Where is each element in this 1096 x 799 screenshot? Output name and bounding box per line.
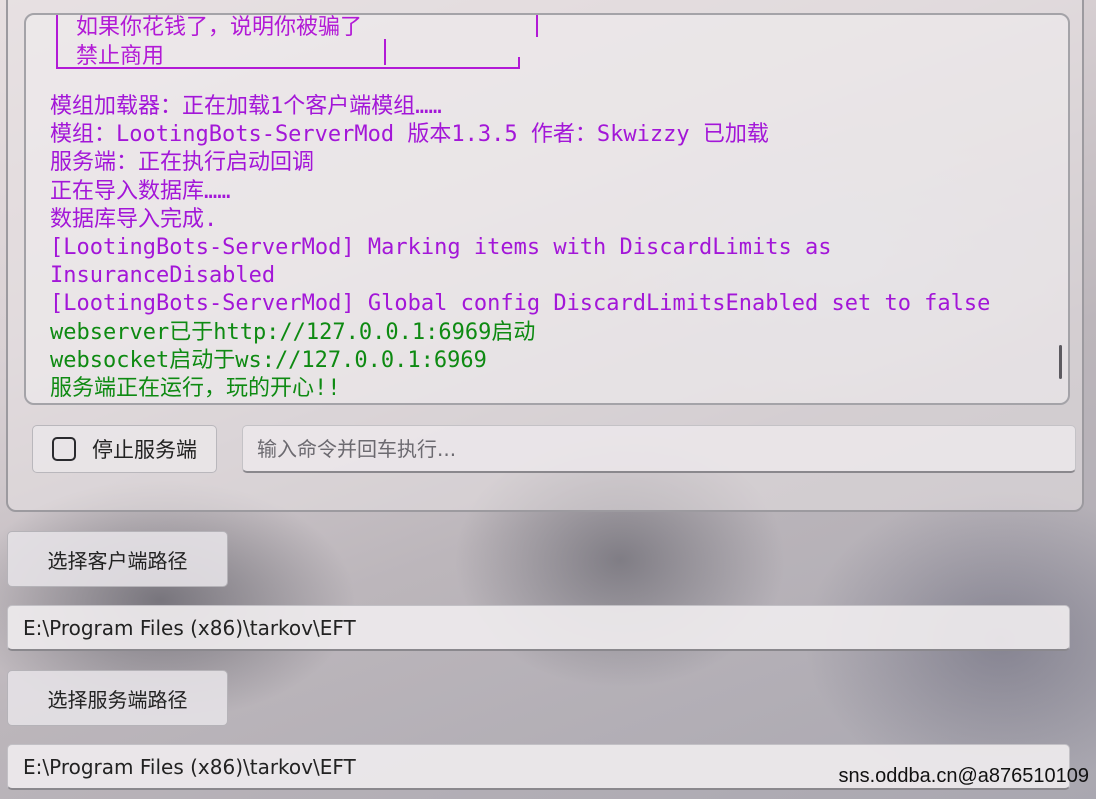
stop-server-checkbox[interactable] (52, 437, 76, 461)
console-log: 模组加载器：正在加载1个客户端模组…… 模组：LootingBots-Server… (50, 93, 990, 403)
log-line: [LootingBots-ServerMod] Global config Di… (50, 291, 991, 317)
banner-line-1: 如果你花钱了，说明你被骗了 (76, 15, 363, 40)
banner-border-corner (518, 57, 520, 69)
log-line: webserver已于http://127.0.0.1:6969启动 (50, 319, 536, 345)
select-client-path-button[interactable]: 选择客户端路径 (7, 531, 228, 587)
stop-server-label: 停止服务端 (92, 438, 197, 462)
command-input[interactable] (242, 425, 1076, 473)
stop-server-toggle[interactable]: 停止服务端 (32, 425, 217, 473)
select-server-path-button[interactable]: 选择服务端路径 (7, 670, 228, 726)
log-line: websocket启动于ws://127.0.0.1:6969 (50, 347, 487, 373)
log-line: InsuranceDisabled (50, 263, 276, 289)
client-path-field[interactable]: E:\Program Files (x86)\tarkov\EFT (7, 605, 1070, 651)
banner-border-right-1 (536, 15, 538, 37)
server-console[interactable]: 如果你花钱了，说明你被骗了 禁止商用 模组加载器：正在加载1个客户端模组…… 模组… (24, 13, 1070, 405)
console-scrollbar[interactable] (1059, 345, 1062, 379)
log-line: 服务端：正在执行启动回调 (50, 150, 315, 176)
log-line: 数据库导入完成. (50, 206, 218, 232)
watermark: sns.oddba.cn@a876510109 (838, 765, 1089, 787)
banner-border-left (56, 15, 58, 68)
log-line: 服务端正在运行，玩的开心!! (50, 375, 341, 401)
log-line: [LootingBots-ServerMod] Marking items wi… (50, 234, 832, 260)
log-line: 模组：LootingBots-ServerMod 版本1.3.5 作者：Skwi… (50, 122, 769, 148)
banner-line-2: 禁止商用 (76, 44, 165, 69)
log-line: 正在导入数据库…… (50, 178, 231, 204)
server-panel: 如果你花钱了，说明你被骗了 禁止商用 模组加载器：正在加载1个客户端模组…… 模组… (6, 0, 1084, 512)
log-line: 模组加载器：正在加载1个客户端模组…… (50, 94, 442, 119)
banner-border-right-2 (384, 39, 386, 65)
